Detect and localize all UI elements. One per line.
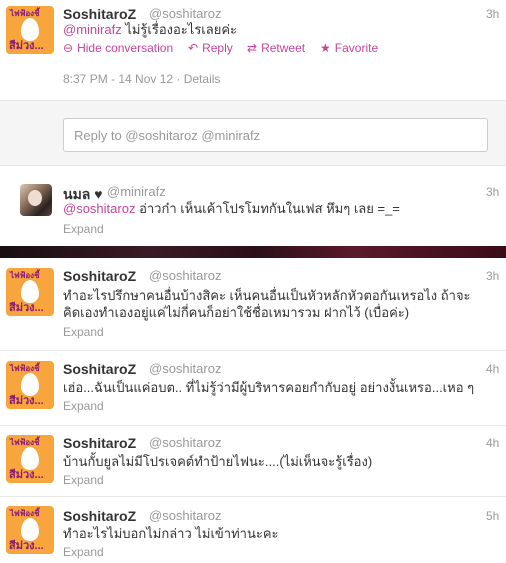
avatar-bottom-text: สีม่วง... [9, 302, 44, 314]
expand-link[interactable]: Expand [63, 545, 104, 559]
tweet-text: บ้านกั้บยูลไม่มีโปรเจคต์ทำป้ายไฟนะ....(ไ… [63, 454, 373, 469]
expand-link[interactable]: Expand [63, 325, 104, 339]
avatar[interactable] [20, 184, 52, 216]
tweet-item[interactable]: ไฟฟ้องชี้ สีม่วง... SoshitaroZ @soshitar… [0, 351, 506, 425]
author-name[interactable]: SoshitaroZ [63, 268, 136, 284]
tweet-time[interactable]: 3h [486, 185, 499, 199]
tweet-item[interactable]: ไฟฟ้องชี้ สีม่วง... SoshitaroZ @soshitar… [0, 258, 506, 350]
author-handle[interactable]: @soshitaroz [149, 508, 221, 523]
reply-input[interactable]: Reply to @soshitaroz @minirafz [63, 118, 488, 152]
tweet-text: ทำอะไรไม่บอกไม่กล่าว ไม่เข้าท่านะคะ [63, 526, 279, 541]
tweet-item[interactable]: ไฟฟ้องชี้ สีม่วง... SoshitaroZ @soshitar… [0, 497, 506, 563]
tweet-time[interactable]: 5h [486, 509, 499, 523]
expand-link[interactable]: Expand [63, 399, 104, 413]
avatar-face [28, 190, 42, 206]
avatar-bottom-text: สีม่วง... [9, 395, 44, 407]
avatar[interactable]: ไฟฟ้องชี้ สีม่วง... [6, 506, 54, 554]
tweet-time[interactable]: 4h [486, 436, 499, 450]
author-name[interactable]: SoshitaroZ [63, 6, 136, 22]
author-name[interactable]: SoshitaroZ [63, 435, 136, 451]
expand-link[interactable]: Expand [63, 222, 104, 236]
tweet-body: ไม่รู้เรื่องอะไรเลยค่ะ [121, 22, 238, 37]
reply-icon: ↶ [188, 41, 199, 55]
expand-link[interactable]: Expand [63, 473, 104, 487]
tweet-text: เฮ่อ...ฉันเป็นแค่อบต.. ที่ไม่รู้ว่ามีผู้… [63, 380, 475, 395]
tweet-body: อ่าวก๋า เห็นเค้าโปรโมทกันในเฟส หึมๆ เลย … [135, 201, 400, 216]
star-icon: ★ [320, 41, 331, 55]
author-handle[interactable]: @minirafz [107, 184, 166, 199]
tweet-time[interactable]: 4h [486, 362, 499, 376]
avatar[interactable]: ไฟฟ้องชี้ สีม่วง... [6, 435, 54, 483]
tweet-text: @soshitaroz อ่าวก๋า เห็นเค้าโปรโมทกันในเ… [63, 200, 400, 218]
author-handle[interactable]: @soshitaroz [149, 435, 221, 450]
favorite-button[interactable]: ★ Favorite [320, 41, 378, 55]
avatar-top-text: ไฟฟ้องชี้ [10, 509, 40, 518]
avatar-bottom-text: สีม่วง... [9, 540, 44, 552]
tweet-text-line: ทำอะไรปรึกษาคนอื่นบ้างสิคะ เห็นคนอื่นเป็… [63, 288, 471, 303]
avatar-top-text: ไฟฟ้องชี้ [10, 438, 40, 447]
author-name[interactable]: SoshitaroZ [63, 361, 136, 377]
tweet-timestamp: 8:37 PM - 14 Nov 12 · Details [63, 72, 221, 86]
avatar-bottom-text: สีม่วง... [9, 40, 44, 52]
author-handle[interactable]: @soshitaroz [149, 6, 221, 21]
tweet-text-line: คิดเองทำเองอยู่แค่ไม่กี่คนก็อย่าใช้ชื่อเ… [63, 305, 410, 320]
avatar-top-text: ไฟฟ้องชี้ [10, 9, 40, 18]
avatar[interactable]: ไฟฟ้องชี้ สีม่วง... [6, 361, 54, 409]
hide-conversation-button[interactable]: ⊖ Hide conversation [63, 41, 173, 55]
mention-link[interactable]: @minirafz [63, 22, 122, 37]
details-link[interactable]: Details [184, 72, 221, 86]
tweet-item[interactable]: นมล ♥ @minirafz 3h @soshitaroz อ่าวก๋า เ… [0, 165, 506, 246]
background-strip [0, 246, 506, 258]
tweet-time[interactable]: 3h [486, 269, 499, 283]
author-name[interactable]: SoshitaroZ [63, 508, 136, 524]
author-handle[interactable]: @soshitaroz [149, 268, 221, 283]
reply-button[interactable]: ↶ Reply [188, 41, 233, 55]
tweet-time[interactable]: 3h [486, 7, 499, 21]
minus-icon: ⊖ [63, 41, 74, 55]
avatar-top-text: ไฟฟ้องชี้ [10, 271, 40, 280]
reply-area: Reply to @soshitaroz @minirafz [0, 100, 506, 166]
retweet-button[interactable]: ⇄ Retweet [247, 41, 305, 55]
avatar-top-text: ไฟฟ้องชี้ [10, 364, 40, 373]
avatar[interactable]: ไฟฟ้องชี้ สีม่วง... [6, 6, 54, 54]
avatar-bottom-text: สีม่วง... [9, 469, 44, 481]
tweet-text: @minirafz ไม่รู้เรื่องอะไรเลยค่ะ [63, 21, 237, 39]
retweet-icon: ⇄ [247, 41, 258, 55]
avatar[interactable]: ไฟฟ้องชี้ สีม่วง... [6, 268, 54, 316]
tweet-item[interactable]: ไฟฟ้องชี้ สีม่วง... SoshitaroZ @soshitar… [0, 426, 506, 496]
author-handle[interactable]: @soshitaroz [149, 361, 221, 376]
mention-link[interactable]: @soshitaroz [63, 201, 135, 216]
tweet-expanded: ไฟฟ้องชี้ สีม่วง... SoshitaroZ @soshitar… [0, 0, 506, 100]
